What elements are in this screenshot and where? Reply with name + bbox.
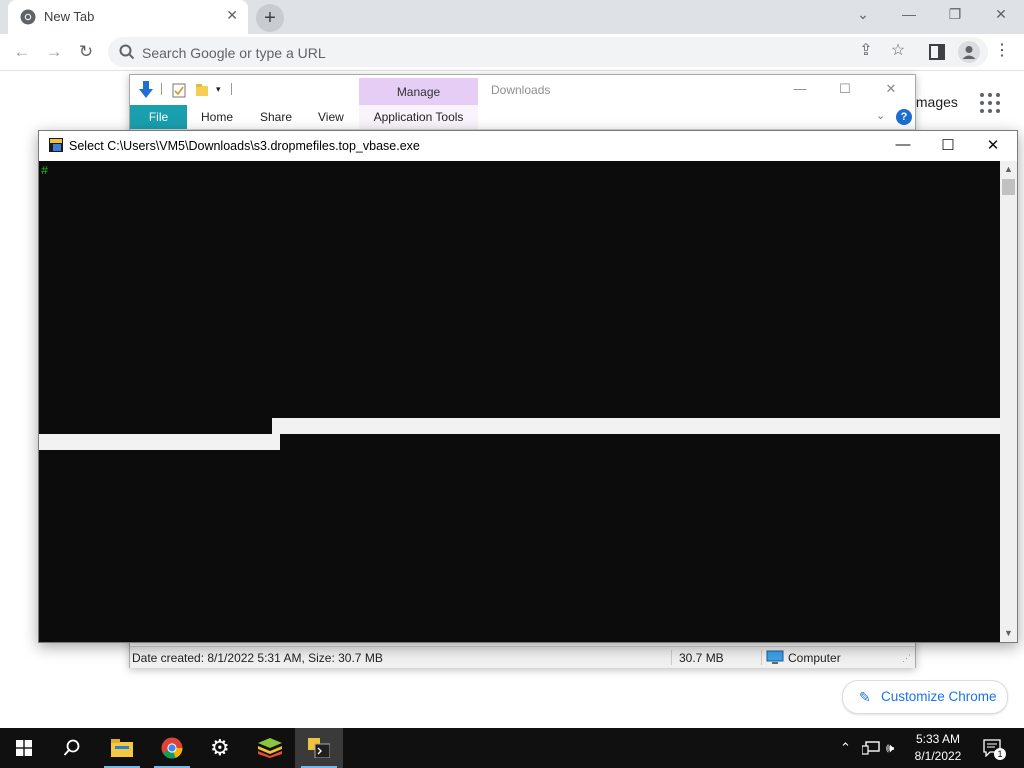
chrome-icon xyxy=(161,737,183,759)
console-app-icon xyxy=(308,738,330,758)
file-explorer-icon xyxy=(111,739,133,757)
tab-view[interactable]: View xyxy=(318,110,344,124)
back-icon[interactable]: ← xyxy=(10,40,34,64)
qat-dropdown-icon[interactable]: ▾ xyxy=(216,84,221,95)
minimize-icon[interactable]: — xyxy=(897,6,921,22)
properties-icon[interactable] xyxy=(172,83,186,98)
console-title: Select C:\Users\VM5\Downloads\s3.dropmef… xyxy=(69,139,420,153)
menu-icon[interactable]: ⋮ xyxy=(992,41,1012,61)
qat-divider xyxy=(161,83,162,95)
minimize-icon[interactable]: — xyxy=(788,81,812,96)
chrome-toolbar: ← → ↻ Search Google or type a URL ⇪ ☆ ⋮ xyxy=(0,34,1024,71)
restore-icon[interactable]: ❐ xyxy=(943,6,967,23)
chrome-logo-icon xyxy=(20,9,36,25)
close-icon[interactable]: ✕ xyxy=(978,136,1008,154)
share-icon[interactable]: ⇪ xyxy=(856,41,876,61)
taskbar-chrome[interactable] xyxy=(148,728,196,768)
maximize-icon[interactable]: ☐ xyxy=(933,136,963,154)
scroll-up-icon[interactable]: ▲ xyxy=(1000,161,1017,178)
console-prompt: # xyxy=(41,164,49,178)
taskbar-console-app[interactable] xyxy=(295,728,343,768)
settings-icon: ⚙ xyxy=(210,735,230,760)
resize-grip-icon[interactable]: ⋰ xyxy=(902,653,911,664)
tab-file[interactable]: File xyxy=(130,105,187,129)
profile-icon[interactable] xyxy=(958,41,980,63)
status-divider xyxy=(671,650,672,665)
tab-new-tab[interactable]: New Tab ✕ xyxy=(8,0,248,34)
scroll-down-icon[interactable]: ▼ xyxy=(1000,625,1017,642)
star-icon[interactable]: ☆ xyxy=(888,41,908,61)
tab-share[interactable]: Share xyxy=(260,110,292,124)
apps-grid-icon[interactable] xyxy=(980,93,1000,113)
forward-icon[interactable]: → xyxy=(42,40,66,64)
customize-chrome-button[interactable]: ✎ Customize Chrome xyxy=(842,680,1008,714)
taskbar-clock[interactable]: 5:33 AM 8/1/2022 xyxy=(908,731,968,765)
start-button[interactable] xyxy=(0,728,48,768)
tab-application-tools[interactable]: Application Tools xyxy=(359,105,478,129)
qat-divider-2 xyxy=(231,83,232,95)
notification-count-badge: 1 xyxy=(994,748,1006,760)
console-window: Select C:\Users\VM5\Downloads\s3.dropmef… xyxy=(38,130,1018,643)
chrome-tab-strip: New Tab ✕ + ⌄ — ❐ ✕ xyxy=(0,0,1024,34)
console-output[interactable]: # xyxy=(39,161,1000,642)
pencil-icon: ✎ xyxy=(859,689,871,705)
close-icon[interactable]: ✕ xyxy=(989,6,1013,23)
selection-highlight xyxy=(272,418,1000,434)
search-icon xyxy=(63,739,80,756)
bluestacks-icon xyxy=(258,738,282,758)
tab-title: New Tab xyxy=(44,9,95,24)
clock-date: 8/1/2022 xyxy=(914,749,962,763)
console-app-icon xyxy=(49,138,63,152)
reload-icon[interactable]: ↻ xyxy=(74,40,98,64)
console-titlebar[interactable]: Select C:\Users\VM5\Downloads\s3.dropmef… xyxy=(39,131,1017,161)
taskbar-search[interactable] xyxy=(48,728,96,768)
expand-ribbon-icon[interactable]: ⌄ xyxy=(876,109,885,122)
search-icon xyxy=(119,44,135,60)
maximize-icon[interactable]: ☐ xyxy=(833,81,857,97)
show-hidden-icons-icon[interactable]: ⌃ xyxy=(840,740,851,756)
images-link[interactable]: Images xyxy=(912,94,958,110)
explorer-status-bar: Date created: 8/1/2022 5:31 AM, Size: 30… xyxy=(130,646,915,668)
minimize-icon[interactable]: — xyxy=(888,136,918,153)
new-tab-button[interactable]: + xyxy=(256,4,284,32)
status-divider-2 xyxy=(761,650,762,665)
tab-manage[interactable]: Manage xyxy=(359,78,478,106)
side-panel-icon[interactable] xyxy=(929,44,945,60)
network-icon[interactable] xyxy=(862,741,880,755)
new-folder-icon[interactable] xyxy=(195,83,209,97)
clock-time: 5:33 AM xyxy=(915,732,961,746)
tab-home[interactable]: Home xyxy=(201,110,233,124)
selection-highlight-2 xyxy=(39,434,280,450)
scroll-thumb[interactable] xyxy=(1002,179,1015,195)
tab-close-icon[interactable]: ✕ xyxy=(226,7,238,24)
taskbar-bluestacks[interactable] xyxy=(246,728,294,768)
explorer-title: Downloads xyxy=(491,83,551,97)
omnibox-placeholder: Search Google or type a URL xyxy=(142,45,326,61)
explorer-ribbon-tabs: File Home Share View Application Tools ⌄… xyxy=(130,105,915,130)
vertical-scrollbar[interactable]: ▲ ▼ xyxy=(1000,161,1017,642)
computer-icon xyxy=(766,650,784,664)
explorer-titlebar: ▾ Manage Downloads — ☐ ✕ xyxy=(130,75,915,106)
help-icon[interactable]: ? xyxy=(896,109,912,125)
taskbar-file-explorer[interactable] xyxy=(98,728,146,768)
close-icon[interactable]: ✕ xyxy=(879,81,903,97)
taskbar: ⚙ ⌃ 🕪 5:33 AM 8/1/2022 1 xyxy=(0,728,1024,768)
status-location: Computer xyxy=(788,651,841,665)
windows-logo-icon xyxy=(16,740,32,756)
taskbar-settings[interactable]: ⚙ xyxy=(197,728,245,768)
download-arrow-icon[interactable] xyxy=(138,81,154,99)
customize-chrome-label: Customize Chrome xyxy=(881,689,997,704)
status-size: 30.7 MB xyxy=(679,651,724,665)
volume-icon[interactable]: 🕪 xyxy=(886,740,894,756)
tab-search-icon[interactable]: ⌄ xyxy=(851,6,875,23)
status-item-info: Date created: 8/1/2022 5:31 AM, Size: 30… xyxy=(132,651,383,665)
